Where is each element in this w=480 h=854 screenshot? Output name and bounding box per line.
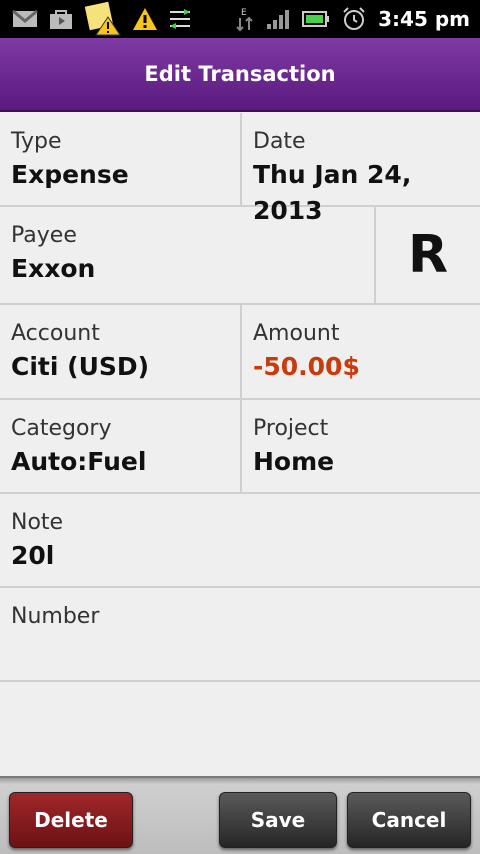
row-type-date: Type Expense Date Thu Jan 24, 2013 bbox=[0, 113, 480, 225]
project-label: Project bbox=[253, 416, 329, 441]
category-field[interactable]: Category Auto:Fuel bbox=[0, 400, 240, 492]
gmail-icon bbox=[12, 9, 38, 29]
row-account-amount: Account Citi (USD) Amount -50.00$ bbox=[0, 305, 480, 400]
type-label: Type bbox=[11, 129, 62, 154]
title-bar: Edit Transaction bbox=[0, 38, 480, 112]
warning-icon bbox=[132, 7, 158, 31]
sync-icon bbox=[168, 8, 192, 30]
data-edge-icon: E bbox=[236, 6, 254, 32]
svg-text:E: E bbox=[241, 8, 247, 18]
reconcile-toggle[interactable]: R bbox=[374, 207, 480, 303]
number-field[interactable]: Number bbox=[0, 588, 480, 680]
row-number: Number bbox=[0, 588, 480, 682]
cancel-button[interactable]: Cancel bbox=[347, 792, 471, 848]
payee-label: Payee bbox=[11, 223, 77, 248]
row-category-project: Category Auto:Fuel Project Home bbox=[0, 400, 480, 494]
signal-icon bbox=[266, 8, 290, 30]
payee-value: Exxon bbox=[11, 254, 96, 283]
amount-value: -50.00$ bbox=[253, 352, 360, 381]
payee-field[interactable]: Payee Exxon bbox=[0, 207, 374, 303]
date-field[interactable]: Date Thu Jan 24, 2013 bbox=[240, 113, 480, 225]
note-value: 20l bbox=[11, 541, 55, 570]
type-field[interactable]: Type Expense bbox=[0, 113, 240, 205]
save-button[interactable]: Save bbox=[219, 792, 337, 848]
transaction-form: Type Expense Date Thu Jan 24, 2013 Payee… bbox=[0, 113, 480, 682]
category-value: Auto:Fuel bbox=[11, 447, 147, 476]
note-label: Note bbox=[11, 510, 64, 535]
status-time: 3:45 pm bbox=[378, 7, 470, 31]
market-icon bbox=[48, 8, 74, 30]
account-value: Citi (USD) bbox=[11, 352, 150, 381]
amount-field[interactable]: Amount -50.00$ bbox=[240, 305, 480, 398]
row-payee: Payee Exxon R bbox=[0, 207, 480, 305]
account-label: Account bbox=[11, 321, 100, 346]
row-note: Note 20l bbox=[0, 494, 480, 588]
project-field[interactable]: Project Home bbox=[240, 400, 480, 492]
battery-icon bbox=[302, 9, 330, 29]
alarm-icon bbox=[342, 7, 366, 31]
type-value: Expense bbox=[11, 160, 129, 189]
amount-label: Amount bbox=[253, 321, 340, 346]
reconcile-status: R bbox=[407, 225, 449, 285]
status-bar: E 3:45 pm bbox=[0, 0, 480, 38]
note-warning-icon bbox=[84, 1, 122, 37]
account-field[interactable]: Account Citi (USD) bbox=[0, 305, 240, 398]
project-value: Home bbox=[253, 447, 335, 476]
number-label: Number bbox=[11, 604, 100, 629]
date-label: Date bbox=[253, 129, 306, 154]
action-bar: Delete Save Cancel bbox=[0, 776, 480, 854]
category-label: Category bbox=[11, 416, 112, 441]
page-title: Edit Transaction bbox=[144, 62, 336, 86]
delete-button[interactable]: Delete bbox=[9, 792, 133, 848]
note-field[interactable]: Note 20l bbox=[0, 494, 480, 586]
